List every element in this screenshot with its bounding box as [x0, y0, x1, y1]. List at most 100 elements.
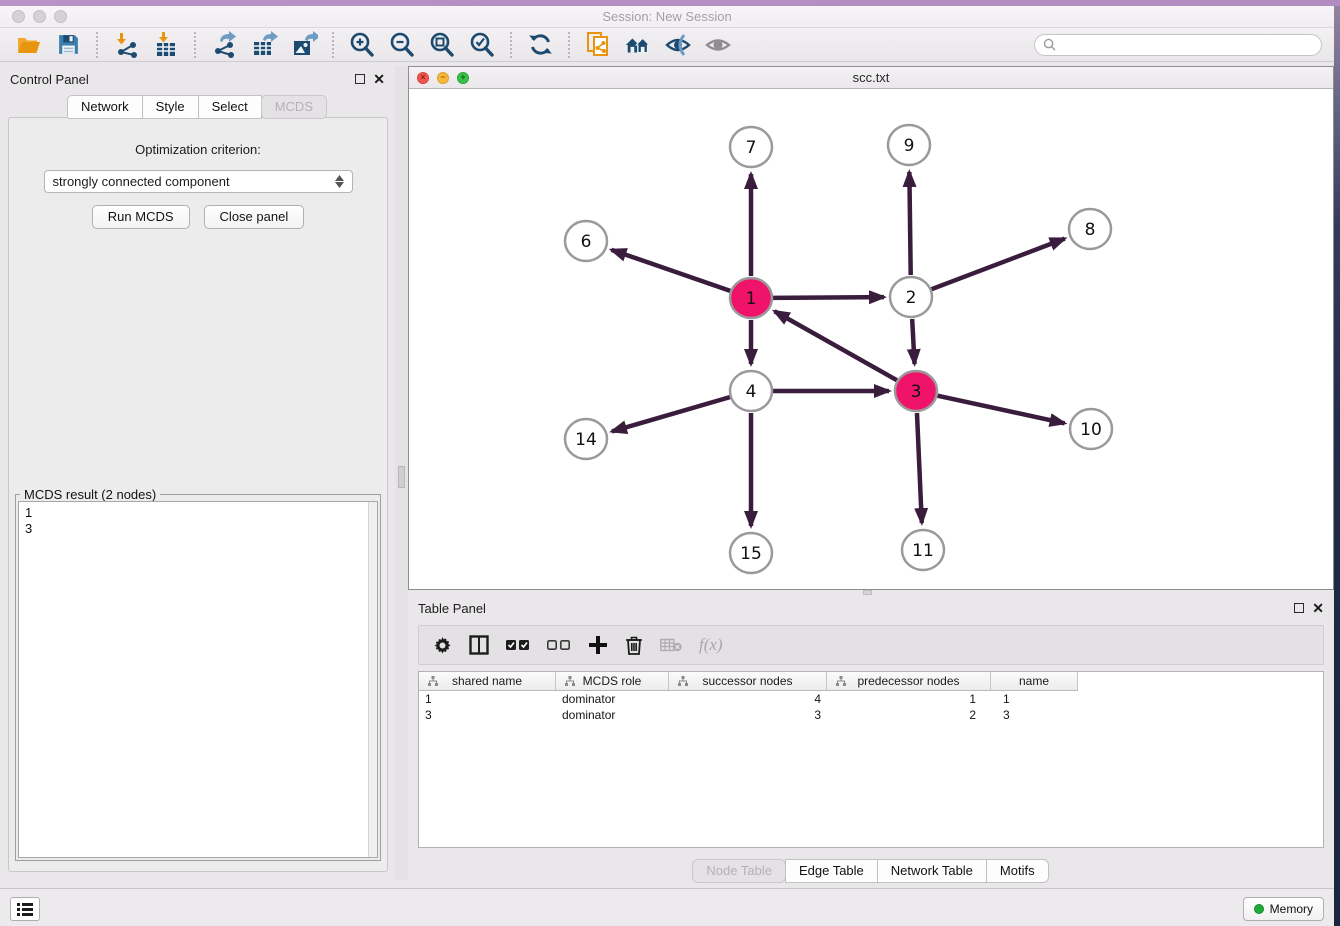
mcds-result-textarea[interactable]: 13: [18, 501, 378, 858]
network-window-titlebar[interactable]: × − + scc.txt: [409, 67, 1333, 89]
open-session-icon[interactable]: [14, 31, 42, 59]
network-canvas[interactable]: 7 9 6 8 1 2 4 3 14 10 15 11: [409, 89, 1333, 589]
column-header-name[interactable]: name: [991, 672, 1078, 691]
column-header-MCDS-role[interactable]: MCDS role: [556, 672, 669, 691]
home-layout-icon[interactable]: [624, 31, 652, 59]
svg-text:7: 7: [746, 138, 757, 158]
list-icon: [17, 902, 33, 916]
graph-edge-1-2[interactable]: [773, 297, 884, 298]
result-scrollbar[interactable]: [368, 502, 377, 857]
show-panels-icon[interactable]: [704, 31, 732, 59]
close-table-panel-icon[interactable]: ✕: [1312, 603, 1324, 613]
tab-network[interactable]: Network: [67, 95, 143, 119]
graph-node-1[interactable]: 1: [730, 278, 772, 318]
memory-status-icon: [1254, 904, 1264, 914]
search-input[interactable]: [1061, 38, 1313, 52]
refresh-icon[interactable]: [526, 31, 554, 59]
import-network-icon[interactable]: [112, 31, 140, 59]
graph-node-8[interactable]: 8: [1069, 209, 1111, 249]
mcds-tab-content: Optimization criterion: strongly connect…: [8, 117, 388, 872]
graph-node-7[interactable]: 7: [730, 127, 772, 167]
graph-edge-4-14[interactable]: [612, 397, 730, 431]
close-panel-button[interactable]: Close panel: [204, 205, 305, 229]
graph-node-2[interactable]: 2: [890, 277, 932, 317]
graph-edge-3-10[interactable]: [937, 396, 1064, 424]
tab-select[interactable]: Select: [198, 95, 262, 119]
svg-text:10: 10: [1080, 420, 1102, 440]
table-cell: 1: [827, 692, 991, 706]
table-panel-title: Table Panel: [418, 601, 486, 616]
tab-mcds[interactable]: MCDS: [261, 95, 327, 119]
optimization-criterion-label: Optimization criterion:: [9, 142, 387, 157]
control-panel-title: Control Panel: [10, 72, 89, 87]
delete-column-icon[interactable]: [625, 635, 643, 655]
table-row[interactable]: 3dominator323: [419, 707, 1323, 723]
vertical-splitter[interactable]: [395, 66, 408, 880]
graph-node-4[interactable]: 4: [730, 371, 772, 411]
function-builder-icon[interactable]: f(x): [699, 635, 723, 655]
graph-edge-1-6[interactable]: [612, 250, 731, 291]
run-mcds-button[interactable]: Run MCDS: [92, 205, 190, 229]
delete-table-icon[interactable]: [660, 638, 682, 652]
svg-text:2: 2: [906, 288, 917, 308]
hide-panels-icon[interactable]: [664, 31, 692, 59]
vertical-splitter-handle[interactable]: [398, 466, 405, 488]
graph-node-15[interactable]: 15: [730, 533, 772, 573]
search-field[interactable]: [1034, 34, 1322, 56]
export-image-icon[interactable]: [290, 31, 318, 59]
deselect-all-columns-icon[interactable]: [547, 639, 571, 651]
graph-edge-3-11[interactable]: [917, 413, 922, 523]
svg-text:14: 14: [575, 430, 597, 450]
table-cell: dominator: [556, 692, 669, 706]
graph-node-9[interactable]: 9: [888, 125, 930, 165]
select-all-columns-icon[interactable]: [506, 639, 530, 651]
svg-text:3: 3: [911, 382, 922, 402]
split-columns-icon[interactable]: [469, 635, 489, 655]
graph-edge-2-8[interactable]: [932, 239, 1065, 290]
task-history-button[interactable]: [10, 897, 40, 921]
table-row[interactable]: 1dominator411: [419, 691, 1323, 707]
zoom-in-icon[interactable]: [348, 31, 376, 59]
graph-node-10[interactable]: 10: [1070, 409, 1112, 449]
save-session-icon[interactable]: [54, 31, 82, 59]
svg-text:1: 1: [746, 289, 757, 309]
node-table[interactable]: shared nameMCDS rolesuccessor nodesprede…: [418, 671, 1324, 848]
tab-style[interactable]: Style: [142, 95, 199, 119]
graph-edge-2-9[interactable]: [909, 172, 910, 275]
graph-edge-2-3[interactable]: [912, 319, 914, 364]
settings-gear-icon[interactable]: [433, 636, 452, 655]
float-table-panel-icon[interactable]: [1294, 603, 1304, 613]
memory-button-label: Memory: [1270, 902, 1313, 916]
tab-node-table[interactable]: Node Table: [692, 859, 786, 883]
graph-node-3[interactable]: 3: [895, 371, 937, 411]
table-cell: 1: [991, 692, 1078, 706]
column-header-shared-name[interactable]: shared name: [419, 672, 556, 691]
table-cell: 3: [669, 708, 827, 722]
memory-button[interactable]: Memory: [1243, 897, 1324, 921]
column-header-predecessor-nodes[interactable]: predecessor nodes: [827, 672, 991, 691]
zoom-out-icon[interactable]: [388, 31, 416, 59]
float-panel-icon[interactable]: [355, 74, 365, 84]
select-arrows-icon: [335, 175, 344, 188]
tab-network-table[interactable]: Network Table: [877, 859, 987, 883]
clone-network-icon[interactable]: [584, 31, 612, 59]
table-toolbar: f(x): [418, 625, 1324, 665]
graph-node-11[interactable]: 11: [902, 530, 944, 570]
svg-text:9: 9: [904, 136, 915, 156]
export-table-icon[interactable]: [250, 31, 278, 59]
zoom-selected-icon[interactable]: [468, 31, 496, 59]
close-panel-icon[interactable]: ✕: [373, 74, 385, 84]
zoom-fit-icon[interactable]: [428, 31, 456, 59]
graph-edge-3-1[interactable]: [775, 311, 897, 380]
add-column-icon[interactable]: [588, 635, 608, 655]
import-table-icon[interactable]: [152, 31, 180, 59]
tab-edge-table[interactable]: Edge Table: [785, 859, 878, 883]
network-window-title: scc.txt: [409, 70, 1333, 85]
graph-node-14[interactable]: 14: [565, 419, 607, 459]
column-header-successor-nodes[interactable]: successor nodes: [669, 672, 827, 691]
optimization-criterion-select[interactable]: strongly connected component: [44, 170, 353, 193]
titlebar: Session: New Session: [0, 6, 1334, 28]
export-network-icon[interactable]: [210, 31, 238, 59]
tab-motifs[interactable]: Motifs: [986, 859, 1049, 883]
graph-node-6[interactable]: 6: [565, 221, 607, 261]
